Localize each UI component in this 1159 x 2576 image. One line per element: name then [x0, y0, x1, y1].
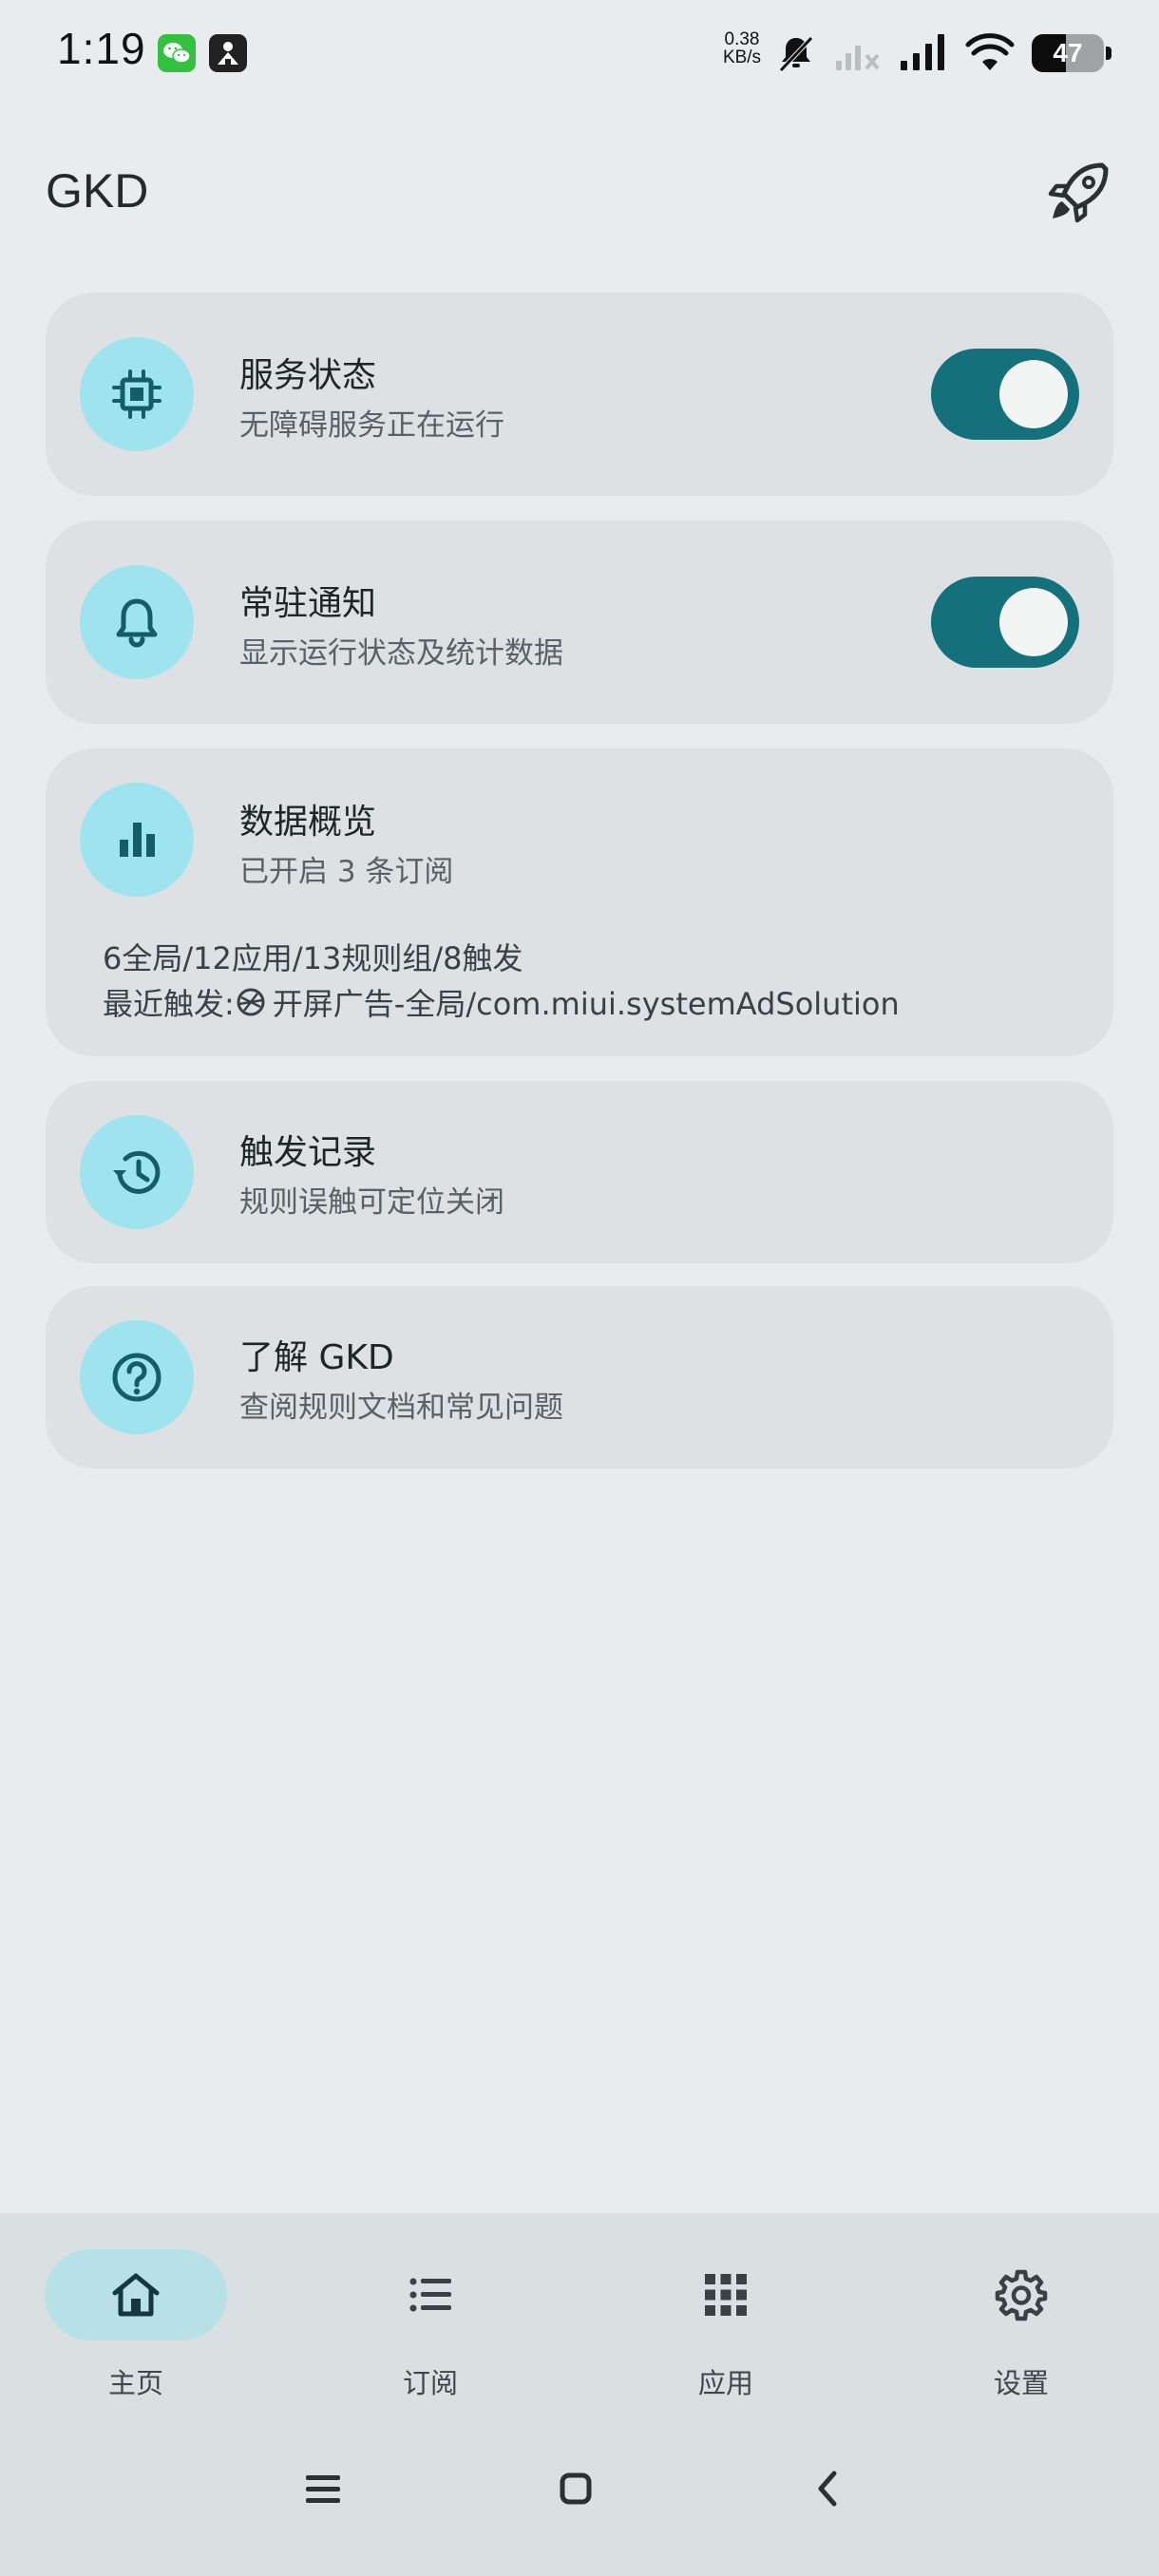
about-gkd-card[interactable]: 了解 GKD 查阅规则文档和常见问题	[46, 1286, 1113, 1468]
nav-item-settings[interactable]: 设置	[926, 2249, 1116, 2411]
apps-grid-icon	[705, 2274, 747, 2316]
overview-subtitle: 已开启 3 条订阅	[239, 855, 454, 889]
status-icons: 47	[775, 27, 1112, 80]
rocket-button[interactable]	[1045, 158, 1113, 226]
nav-label-settings: 设置	[993, 2367, 1049, 2399]
nav-label-subscriptions: 订阅	[402, 2367, 458, 2399]
gear-icon	[995, 2269, 1048, 2321]
wifi-icon	[965, 33, 1015, 70]
history-icon	[113, 1150, 161, 1194]
nav-home-indicator	[45, 2249, 227, 2340]
about-subtitle: 查阅规则文档和常见问题	[239, 1391, 563, 1425]
battery-level: 47	[1053, 38, 1083, 67]
system-menu-button[interactable]	[294, 2460, 352, 2517]
nav-label-apps: 应用	[697, 2367, 753, 2399]
back-chevron-icon	[818, 2471, 837, 2507]
net-speed: 0.38 KB/s	[718, 30, 766, 66]
history-icon-circle	[80, 1115, 194, 1229]
service-status-title: 服务状态	[239, 356, 377, 395]
notification-subtitle: 显示运行状态及统计数据	[239, 636, 563, 671]
system-back-button[interactable]	[800, 2460, 857, 2517]
about-icon-circle	[80, 1320, 194, 1434]
bottom-navigation: 主页 订阅 应用 设置	[0, 2213, 1159, 2576]
menu-icon	[306, 2475, 340, 2503]
signal-icon	[901, 34, 944, 70]
service-status-card[interactable]: 服务状态 无障碍服务正在运行	[46, 293, 1113, 496]
overview-icon-circle	[80, 783, 194, 897]
nav-item-home[interactable]: 主页	[41, 2249, 231, 2411]
toggle-knob	[999, 588, 1068, 656]
service-icon-circle	[80, 337, 194, 451]
notification-toggle[interactable]	[931, 577, 1079, 668]
recent-trigger-value: 开屏广告-全局/com.miui.systemAdSolution	[272, 986, 900, 1022]
overview-recent-trigger: 最近触发: 开屏广告-全局/com.miui.systemAdSolution	[103, 980, 900, 1024]
page-title: GKD	[46, 164, 149, 218]
system-home-button[interactable]	[547, 2460, 604, 2517]
trigger-history-card[interactable]: 触发记录 规则误触可定位关闭	[46, 1081, 1113, 1263]
app-notification-icon	[209, 34, 247, 72]
notification-icon-circle	[80, 565, 194, 679]
bell-icon	[116, 598, 158, 648]
history-subtitle: 规则误触可定位关闭	[239, 1185, 504, 1220]
battery-icon: 47	[1032, 34, 1112, 72]
help-icon	[112, 1353, 162, 1402]
about-title: 了解 GKD	[239, 1338, 394, 1377]
home-icon	[112, 2273, 160, 2317]
service-status-toggle[interactable]	[931, 349, 1079, 440]
bar-chart-icon	[120, 823, 155, 857]
service-status-subtitle: 无障碍服务正在运行	[239, 408, 504, 443]
net-speed-value: 0.38	[724, 29, 760, 49]
overview-title: 数据概览	[239, 803, 377, 842]
status-time: 1:19	[57, 24, 146, 73]
app-logo-icon	[237, 988, 265, 1016]
nav-label-home: 主页	[107, 2367, 163, 2399]
recent-trigger-label: 最近触发:	[103, 986, 235, 1022]
nav-subscriptions-indicator	[339, 2249, 522, 2340]
toggle-knob	[999, 360, 1068, 428]
list-icon	[409, 2278, 451, 2312]
nav-item-subscriptions[interactable]: 订阅	[335, 2249, 525, 2411]
nav-item-apps[interactable]: 应用	[631, 2249, 821, 2411]
mute-icon	[779, 36, 813, 72]
net-speed-unit: KB/s	[722, 47, 762, 67]
notification-card[interactable]: 常驻通知 显示运行状态及统计数据	[46, 521, 1113, 724]
app-header: GKD	[0, 142, 1159, 247]
data-overview-card[interactable]: 数据概览 已开启 3 条订阅 6全局/12应用/13规则组/8触发 最近触发: …	[46, 748, 1113, 1056]
nav-settings-indicator	[930, 2249, 1112, 2340]
square-icon	[560, 2472, 592, 2505]
nav-apps-indicator	[635, 2249, 817, 2340]
wechat-icon	[158, 34, 196, 72]
signal-sim2-icon	[836, 46, 880, 70]
overview-stats: 6全局/12应用/13规则组/8触发	[103, 940, 523, 976]
rocket-icon	[1048, 162, 1109, 223]
chip-icon	[112, 369, 162, 419]
history-title: 触发记录	[239, 1133, 377, 1172]
notification-title: 常驻通知	[239, 584, 377, 623]
status-bar: 1:19 0.38 KB/s 47	[0, 0, 1159, 104]
